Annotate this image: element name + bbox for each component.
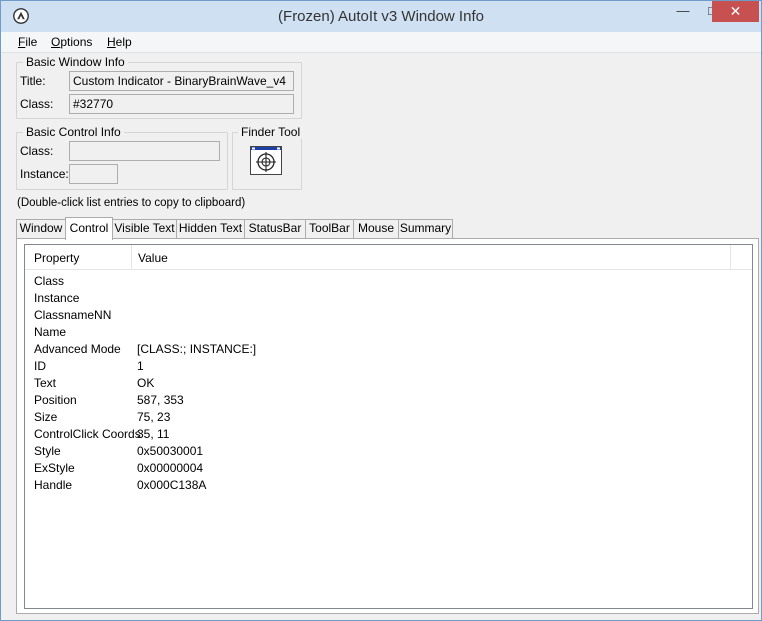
- control-tab-panel: Property Value Class Instance ClassnameNN N…: [16, 238, 759, 614]
- list-header: Property Value: [25, 245, 752, 270]
- row-value: [CLASS:; INSTANCE:]: [137, 342, 257, 356]
- menu-help[interactable]: Help: [107, 35, 132, 49]
- control-instance-field[interactable]: [69, 164, 118, 184]
- table-row[interactable]: Advanced Mode [CLASS:; INSTANCE:]: [25, 341, 752, 358]
- tab-window[interactable]: Window: [16, 219, 66, 238]
- basic-control-info-label: Basic Control Info: [23, 125, 124, 139]
- row-property: ExStyle: [34, 461, 75, 475]
- table-row[interactable]: ClassnameNN: [25, 307, 752, 324]
- menu-help-rest: elp: [115, 35, 132, 49]
- tab-mouse[interactable]: Mouse: [353, 219, 399, 238]
- control-class-label: Class:: [20, 144, 54, 158]
- menu-file-rest: ile: [25, 35, 38, 49]
- copy-hint: (Double-click list entries to copy to cl…: [17, 197, 246, 209]
- table-row[interactable]: Style 0x50030001: [25, 443, 752, 460]
- row-value: 587, 353: [137, 393, 184, 407]
- row-property: ControlClick Coords: [34, 427, 141, 441]
- window-title-label: Title:: [20, 74, 46, 88]
- title-bar[interactable]: (Frozen) AutoIt v3 Window Info — □ ✕: [1, 1, 761, 32]
- column-header-value[interactable]: Value: [138, 251, 168, 265]
- tab-summary[interactable]: Summary: [398, 219, 453, 238]
- row-property: Handle: [34, 478, 73, 492]
- window-class-label: Class:: [20, 97, 54, 111]
- tab-visible-text[interactable]: Visible Text: [112, 219, 177, 238]
- tab-toolbar[interactable]: ToolBar: [305, 219, 354, 238]
- column-header-property[interactable]: Property: [34, 251, 79, 265]
- row-property: Style: [34, 444, 61, 458]
- minimize-button[interactable]: —: [669, 1, 697, 22]
- row-property: Text: [34, 376, 57, 390]
- row-value: 1: [137, 359, 144, 373]
- control-class-field[interactable]: [69, 141, 220, 161]
- table-row[interactable]: Class: [25, 273, 752, 290]
- tab-hidden-text[interactable]: Hidden Text: [176, 219, 245, 238]
- menu-options[interactable]: Options: [51, 35, 92, 49]
- table-row[interactable]: Instance: [25, 290, 752, 307]
- row-value: OK: [137, 376, 155, 390]
- window-title-field[interactable]: Custom Indicator - BinaryBrainWave_v4: [69, 71, 294, 91]
- table-row[interactable]: Size 75, 23: [25, 409, 752, 426]
- row-property: Position: [34, 393, 77, 407]
- row-property: Instance: [34, 291, 80, 305]
- row-value: 75, 23: [137, 410, 171, 424]
- menu-options-mnemonic: O: [51, 35, 61, 49]
- menu-help-mnemonic: H: [107, 35, 116, 49]
- table-row[interactable]: ExStyle 0x00000004: [25, 460, 752, 477]
- autoit-window-info: (Frozen) AutoIt v3 Window Info — □ ✕ Fil…: [0, 0, 762, 621]
- table-row[interactable]: Position 587, 353: [25, 392, 752, 409]
- close-button[interactable]: ✕: [712, 1, 759, 22]
- row-property: Class: [34, 274, 65, 288]
- crosshair-target-icon[interactable]: [250, 146, 282, 175]
- table-row[interactable]: Text OK: [25, 375, 752, 392]
- row-property: Size: [34, 410, 58, 424]
- property-list[interactable]: Property Value Class Instance ClassnameNN N…: [24, 244, 753, 609]
- row-property: ClassnameNN: [34, 308, 112, 322]
- table-row[interactable]: Handle 0x000C138A: [25, 477, 752, 494]
- tab-statusbar[interactable]: StatusBar: [244, 219, 306, 238]
- table-row[interactable]: Name: [25, 324, 752, 341]
- row-value: 0x00000004: [137, 461, 204, 475]
- row-value: 0x000C138A: [137, 478, 207, 492]
- control-instance-label: Instance:: [20, 167, 69, 181]
- column-divider[interactable]: [730, 245, 731, 269]
- row-property: ID: [34, 359, 46, 373]
- menu-options-rest: ptions: [60, 35, 93, 49]
- menu-bar: File Options Help: [1, 32, 761, 53]
- column-divider[interactable]: [131, 245, 132, 269]
- menu-file[interactable]: File: [18, 35, 37, 49]
- basic-window-info-label: Basic Window Info: [23, 55, 128, 69]
- window-class-field[interactable]: #32770: [69, 94, 294, 114]
- table-row[interactable]: ControlClick Coords 35, 11: [25, 426, 752, 443]
- tab-control[interactable]: Control: [65, 217, 113, 240]
- row-value: 35, 11: [137, 427, 170, 441]
- row-property: Name: [34, 325, 67, 339]
- table-row[interactable]: ID 1: [25, 358, 752, 375]
- window-title: (Frozen) AutoIt v3 Window Info: [278, 8, 484, 25]
- finder-tool-label: Finder Tool: [238, 125, 304, 139]
- row-property: Advanced Mode: [34, 342, 121, 356]
- row-value: 0x50030001: [137, 444, 204, 458]
